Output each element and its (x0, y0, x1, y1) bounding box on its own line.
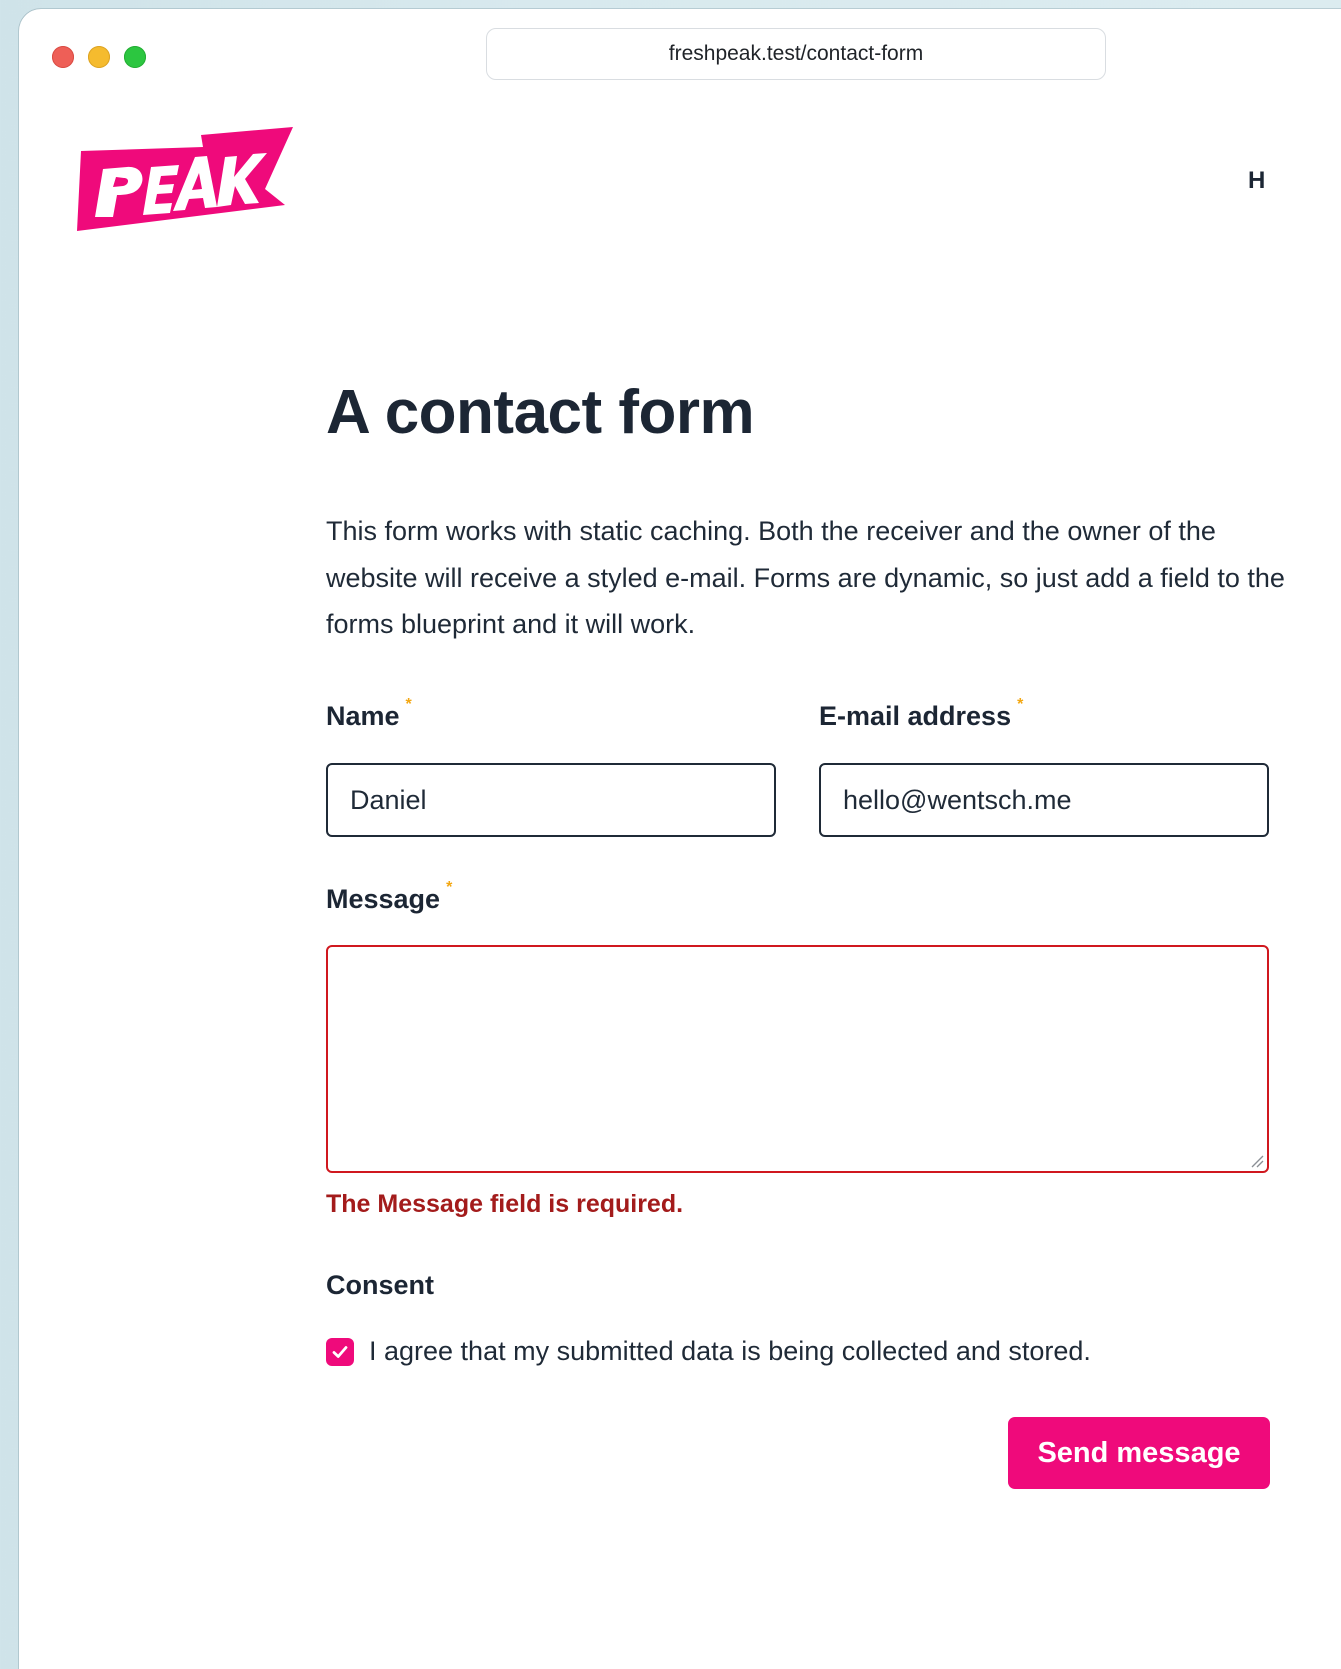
consent-text: I agree that my submitted data is being … (369, 1336, 1091, 1366)
email-label: E-mail address * (819, 696, 1023, 732)
checkmark-icon (332, 1345, 348, 1358)
name-input[interactable]: Daniel (326, 763, 776, 837)
required-star: * (446, 879, 453, 896)
consent-checkbox[interactable] (326, 1337, 354, 1366)
email-label-text: E-mail address (819, 701, 1012, 731)
name-input-value: Daniel (350, 784, 427, 815)
nav-item-home[interactable]: H (1248, 167, 1265, 195)
maximize-window-button[interactable] (124, 46, 146, 68)
address-bar-url: freshpeak.test/contact-form (668, 42, 924, 65)
email-input-value: hello@wentsch.me (843, 784, 1072, 815)
peak-logo[interactable] (75, 127, 293, 231)
consent-checkbox-row[interactable]: I agree that my submitted data is being … (326, 1336, 1091, 1367)
name-label-text: Name (326, 701, 400, 731)
intro-text: This form works with static caching. Bot… (326, 516, 1285, 639)
email-input[interactable]: hello@wentsch.me (819, 763, 1269, 837)
peak-logo-icon (77, 127, 293, 231)
consent-label: Consent (326, 1270, 434, 1300)
browser-window: freshpeak.test/contact-form H A contact … (19, 9, 1341, 1669)
minimize-window-button[interactable] (88, 46, 110, 68)
message-label-text: Message (326, 884, 441, 914)
send-message-button[interactable]: Send message (1008, 1417, 1270, 1489)
required-star: * (1017, 696, 1024, 713)
close-window-button[interactable] (52, 46, 74, 68)
required-star: * (405, 696, 412, 713)
message-error: The Message field is required. (326, 1190, 684, 1218)
resize-grip-icon[interactable] (1250, 1154, 1264, 1168)
address-bar[interactable]: freshpeak.test/contact-form (486, 28, 1106, 80)
message-textarea[interactable] (326, 945, 1269, 1173)
name-label: Name * (326, 696, 412, 732)
message-label: Message * (326, 879, 452, 915)
page-title: A contact form (326, 378, 755, 447)
